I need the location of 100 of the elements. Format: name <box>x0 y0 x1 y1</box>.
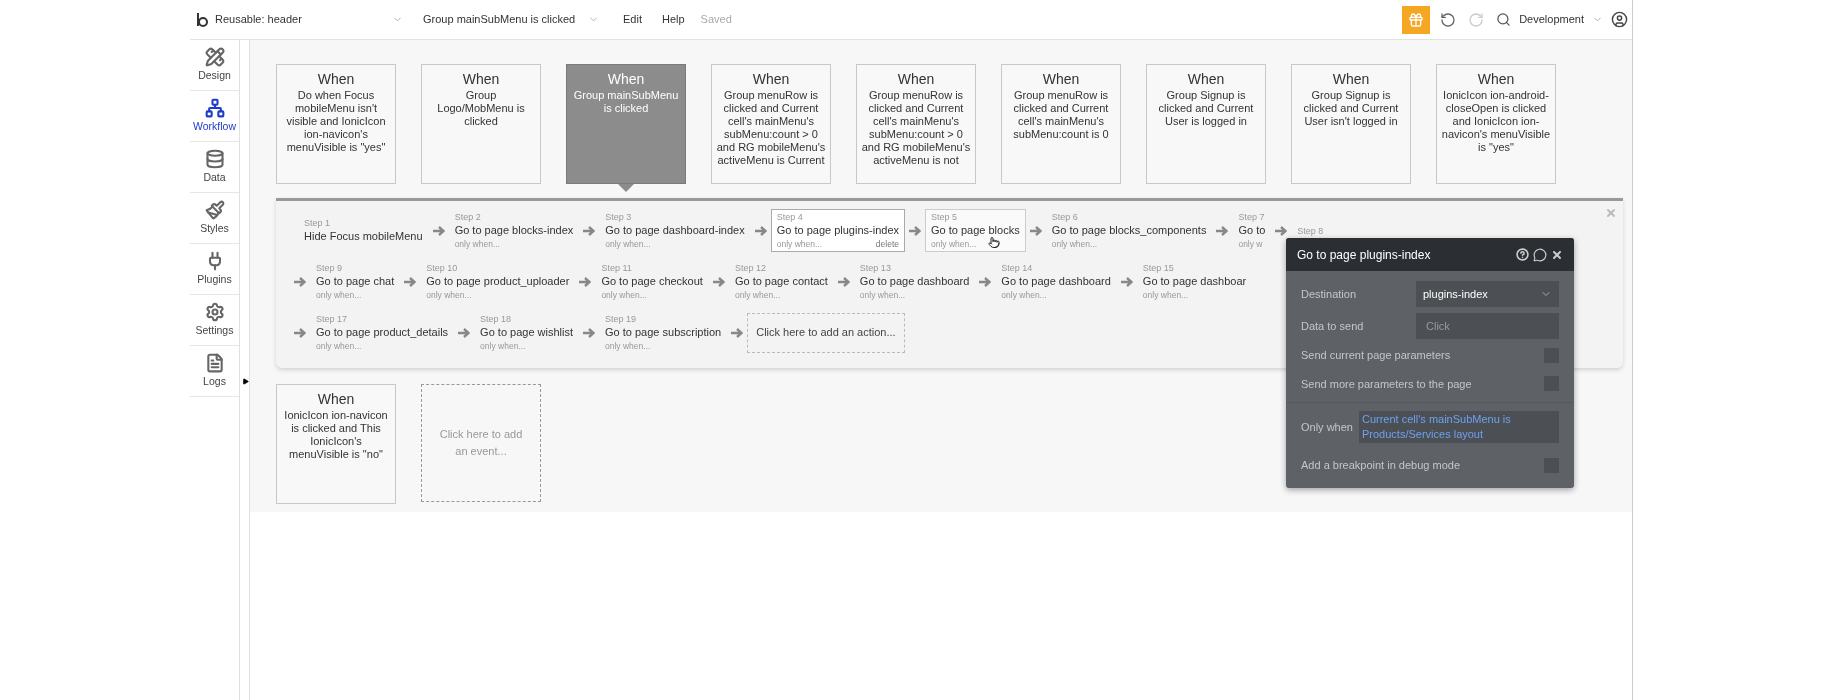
arrow-icon <box>731 327 744 338</box>
arrow-icon <box>294 276 306 287</box>
event-condition: Group menuRow is clicked and Current cell's mainMenu's subMenu:count > 0 and RG mobileMenu's activeMenu is Current <box>716 89 826 167</box>
action-step[interactable]: Step 11 Go to page checkout only when... <box>595 260 709 303</box>
event-condition: Group mainSubMenu is clicked <box>572 89 680 115</box>
step-number: Step 14 <box>1001 262 1034 274</box>
action-step[interactable]: Step 1 Hide Focus mobileMenu <box>298 215 429 246</box>
arrow-icon <box>579 276 592 287</box>
undo-icon[interactable] <box>1440 11 1457 28</box>
action-step[interactable]: Step 10 Go to page product_uploader only when... <box>420 260 576 303</box>
arrow-icon <box>1275 225 1288 236</box>
arrow-icon <box>1216 225 1229 236</box>
event-card[interactable]: When IonicIcon ion-navicon is clicked and This IonicIcon's menuVisible is "no" <box>276 384 396 504</box>
help-icon[interactable] <box>1516 248 1529 261</box>
action-step[interactable]: Step 12 Go to page contact only when... <box>728 260 834 303</box>
settings-icon <box>204 301 225 322</box>
field-label: Only when <box>1301 419 1353 435</box>
delete-link[interactable]: delete <box>875 238 899 250</box>
action-step[interactable]: Step 6 Go to page blocks_components only when... <box>1045 209 1213 252</box>
sidebar-tab[interactable]: Settings <box>190 295 239 346</box>
event-card[interactable]: When Do when Focus mobileMenu isn't visible and IonicIcon ion-navicon's menuVisible is "yes" <box>276 64 396 184</box>
sidebar-tab[interactable]: Design <box>190 40 239 91</box>
event-card[interactable]: When Group Signup is clicked and Current User is logged in <box>1146 64 1266 184</box>
event-heading: When <box>1041 70 1081 89</box>
step-title: Go to page checkout <box>601 274 703 289</box>
step-title: Go to <box>1238 223 1266 238</box>
search-icon[interactable] <box>1496 12 1512 27</box>
sidebar-tab[interactable]: Plugins <box>190 244 239 295</box>
event-heading: When <box>316 390 356 409</box>
step-number: Step 19 <box>605 313 638 325</box>
event-heading: When <box>316 70 356 89</box>
menu-item[interactable]: Help <box>661 11 685 28</box>
design-icon <box>204 46 225 67</box>
expand-arrow-icon[interactable] <box>242 378 249 385</box>
action-step[interactable]: Step 7 Go to only w <box>1232 209 1272 252</box>
event-heading: When <box>896 70 936 89</box>
data-field[interactable]: Click <box>1416 313 1559 339</box>
event-card[interactable]: When Group menuRow is clicked and Current cell's mainMenu's subMenu:count > 0 and RG mobileMenu's activeMenu is Current <box>711 64 831 184</box>
event-condition: Do when Focus mobileMenu isn't visible and IonicIcon ion-navicon's menuVisible is "yes" <box>285 89 387 154</box>
event-card[interactable]: When Group menuRow is clicked and Current cell's mainMenu's subMenu:count > 0 and RG mobileMenu's activeMenu is not <box>856 64 976 184</box>
save-status: Saved <box>700 12 732 28</box>
step-title: Go to page dashboard-index <box>605 223 745 238</box>
sidebar-tab[interactable]: Data <box>190 142 239 193</box>
event-card[interactable]: When Group Signup is clicked and Current User isn't logged in <box>1291 64 1411 184</box>
event-card[interactable]: When Group menuRow is clicked and Current cell's mainMenu's subMenu:count is 0 <box>1001 64 1121 184</box>
step-title: Go to page blocks_components <box>1051 223 1207 238</box>
action-step[interactable]: Step 3 Go to page dashboard-index only when... <box>599 209 751 252</box>
arrow-icon <box>432 225 445 236</box>
action-step[interactable]: Step 4 Go to page plugins-index only when... delete <box>770 209 905 252</box>
event-heading: When <box>1186 70 1226 89</box>
event-card[interactable]: When IonicIcon ion-android-closeOpen is clicked and IonicIcon ion-navicon's menuVisible is "yes" <box>1436 64 1556 184</box>
sidebar-tab[interactable]: Styles <box>190 193 239 244</box>
action-step[interactable]: Step 17 Go to page product_details only when... <box>310 311 455 354</box>
popup-title: Go to page plugins-index <box>1297 246 1431 264</box>
action-step[interactable]: Step 18 Go to page wishlist only when... <box>474 311 580 354</box>
add-action-button[interactable]: Click here to add an action... <box>747 312 905 353</box>
arrow-icon <box>583 327 596 338</box>
step-title: Go to page product_uploader <box>426 274 570 289</box>
event-condition: Group menuRow is clicked and Current cell's mainMenu's subMenu:count is 0 <box>1012 89 1110 141</box>
action-step[interactable]: Step 15 Go to page dashboar only when... <box>1136 260 1253 303</box>
menu-item[interactable]: Edit <box>623 11 642 28</box>
step-number: Step 4 <box>776 211 804 223</box>
step-title: Go to page blocks-index <box>454 223 574 238</box>
page-selector[interactable]: Reusable: header <box>215 11 407 28</box>
step-number: Step 17 <box>316 313 349 325</box>
workflow-icon <box>204 97 225 118</box>
action-step[interactable]: Step 14 Go to page dashboard only when... <box>995 260 1117 303</box>
event-card[interactable]: When Group Logo/MobMenu is clicked <box>421 64 541 184</box>
event-condition: Group Signup is clicked and Current User isn't logged in <box>1302 89 1400 128</box>
event-selector[interactable]: Group mainSubMenu is clicked <box>423 11 603 28</box>
event-heading: When <box>461 70 501 89</box>
event-condition: Group Signup is clicked and Current User is logged in <box>1157 89 1255 128</box>
arrow-icon <box>979 276 992 287</box>
arrow-icon <box>1029 225 1042 236</box>
step-number: Step 15 <box>1142 262 1175 274</box>
arrow-icon <box>754 225 767 236</box>
step-title: Go to page dashboard <box>859 274 970 289</box>
action-step[interactable]: Step 19 Go to page subscription only when... <box>599 311 728 354</box>
step-title: Go to page blocks <box>931 223 1020 238</box>
user-icon[interactable] <box>1611 11 1628 28</box>
destination-dropdown[interactable]: plugins-index <box>1416 281 1559 307</box>
arrow-icon <box>404 276 417 287</box>
arrow-icon <box>1120 276 1133 287</box>
step-title: Go to page dashboar <box>1142 274 1247 289</box>
sidebar-tab[interactable]: Logs <box>190 346 239 397</box>
close-icon[interactable] <box>1551 248 1563 261</box>
gift-icon <box>1408 11 1425 28</box>
sidebar-tab[interactable]: Workflow <box>190 91 239 142</box>
action-step[interactable]: Step 9 Go to page chat only when... <box>310 260 401 303</box>
field-label: Data to send <box>1301 318 1364 334</box>
step-number: Step 13 <box>859 262 892 274</box>
environment-selector[interactable]: Development <box>1519 11 1603 28</box>
comment-icon[interactable] <box>1533 247 1547 262</box>
field-label: Add a breakpoint in debug mode <box>1301 458 1460 473</box>
step-number: Step 1 <box>304 217 332 229</box>
action-step[interactable]: Step 13 Go to page dashboard only when... <box>853 260 976 303</box>
action-step[interactable]: Step 5 Go to page blocks only when... <box>925 209 1026 252</box>
action-step[interactable]: Step 2 Go to page blocks-index only when... <box>448 209 580 252</box>
brush-icon <box>204 199 225 220</box>
step-number: Step 5 <box>931 211 959 223</box>
